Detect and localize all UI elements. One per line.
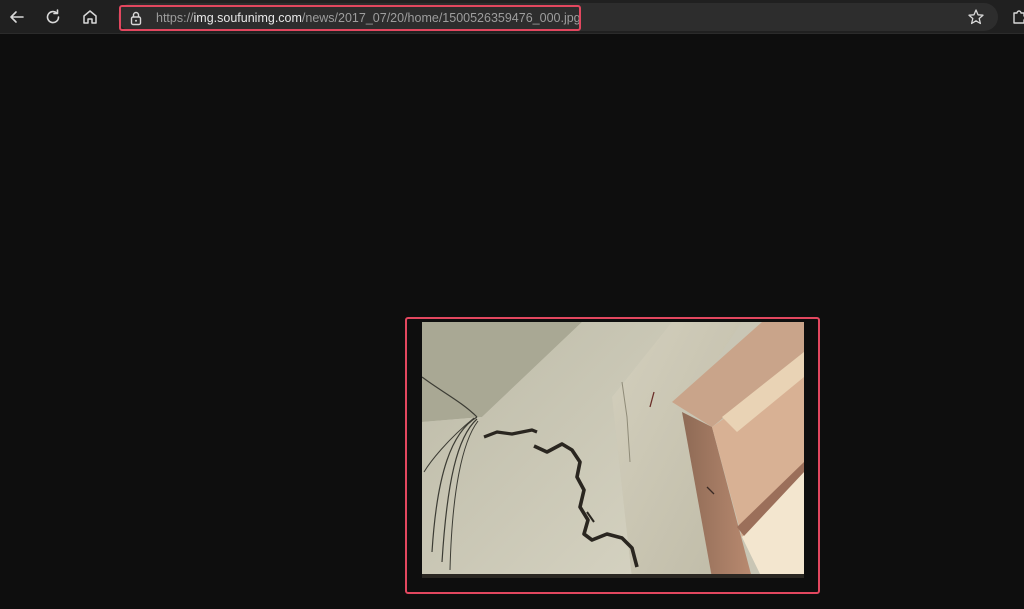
star-icon[interactable]	[967, 8, 985, 26]
back-arrow-icon	[10, 11, 24, 23]
home-icon	[83, 10, 97, 24]
url-host: img.soufunimg.com	[193, 11, 302, 25]
url-scheme: https://	[156, 11, 194, 25]
browser-toolbar: https://img.soufunimg.com/news/2017_07/2…	[0, 0, 1024, 34]
home-button[interactable]	[77, 4, 103, 30]
cracked-wall-photo[interactable]	[422, 322, 804, 578]
refresh-icon	[46, 9, 60, 24]
refresh-button[interactable]	[40, 4, 66, 30]
back-button[interactable]	[4, 4, 30, 30]
url-path: /news/2017_07/20/home/1500526359476_000.…	[301, 11, 581, 25]
url-text[interactable]: https://img.soufunimg.com/news/2017_07/2…	[156, 10, 581, 26]
puzzle-icon[interactable]	[1010, 8, 1024, 26]
lock-icon[interactable]	[129, 10, 143, 26]
cracked-wall-illustration	[422, 322, 804, 578]
